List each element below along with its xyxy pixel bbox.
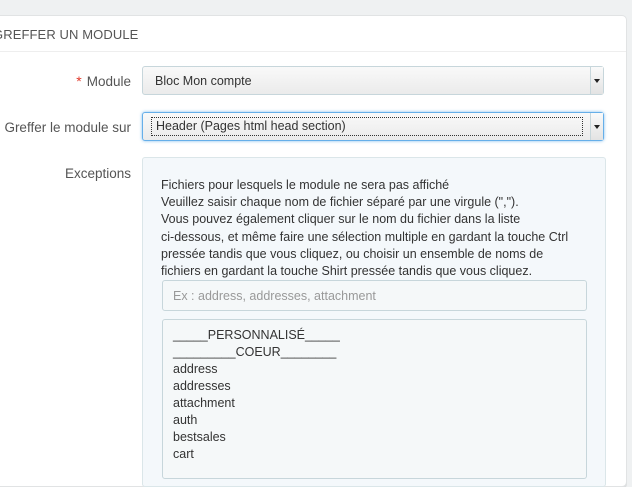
file-list-item[interactable]: auth <box>173 412 586 429</box>
file-list-item[interactable]: _________COEUR________ <box>173 344 586 361</box>
file-list-item[interactable]: addresses <box>173 378 586 395</box>
chevron-down-icon <box>590 113 603 140</box>
help-line: Veuillez saisir chaque nom de fichier sé… <box>161 195 519 210</box>
module-select[interactable]: Bloc Mon compte <box>142 66 604 95</box>
file-list-item[interactable]: _____PERSONNALISÉ_____ <box>173 327 586 344</box>
panel-title: GREFFER UN MODULE <box>0 27 139 42</box>
panel-heading: GREFFER UN MODULE <box>0 16 626 52</box>
required-asterisk: * <box>76 73 82 89</box>
exceptions-label: Exceptions <box>64 166 131 181</box>
module-select-value: Bloc Mon compte <box>155 74 252 88</box>
chevron-down-icon <box>590 67 603 94</box>
exceptions-input[interactable] <box>162 280 587 311</box>
help-line: Vous pouvez également cliquer sur le nom… <box>161 212 521 227</box>
file-list-item[interactable]: attachment <box>173 395 586 412</box>
exceptions-help-text: Fichiers pour lesquels le module ne sera… <box>161 177 591 280</box>
help-line: ci-dessous, et même faire une sélection … <box>161 229 569 244</box>
hook-select[interactable]: Header (Pages html head section) <box>142 112 604 141</box>
hook-select-value: Header (Pages html head section) <box>151 117 583 136</box>
file-list-item[interactable]: address <box>173 361 586 378</box>
help-line: Fichiers pour lesquels le module ne sera… <box>161 178 450 192</box>
help-line: fichiers en gardant la touche Shirt pres… <box>161 264 533 279</box>
hook-label: Greffer le module sur <box>4 120 131 135</box>
file-list-item[interactable]: bestsales <box>173 429 586 446</box>
help-line: pressée tandis que vous cliquez, ou choi… <box>161 246 544 261</box>
exceptions-file-list[interactable]: _____PERSONNALISÉ_____ _________COEUR___… <box>162 319 587 479</box>
file-list-item[interactable]: cart <box>173 446 586 463</box>
module-label: * Module <box>76 73 131 89</box>
module-label-text: Module <box>86 74 131 89</box>
